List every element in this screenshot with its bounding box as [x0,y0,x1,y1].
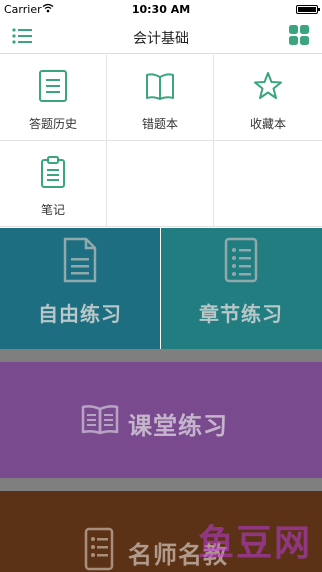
document-icon [63,237,97,283]
page-title: 会计基础 [133,31,189,47]
open-book-icon [146,73,174,100]
list-sheet-icon [84,527,114,571]
status-bar: Carrier 10:30 AM [0,0,322,18]
navigation-bar: 会计基础 [0,18,322,54]
favorites-button[interactable]: 收藏本 [214,55,322,141]
tile-divider [0,349,322,362]
chapter-practice-tile[interactable]: 章节练习 [161,228,322,349]
tile-label: 章节练习 [199,302,283,326]
answer-history-button[interactable]: 答题历史 [0,55,107,141]
tile-label: 自由练习 [38,302,122,326]
notes-button[interactable]: 笔记 [0,141,107,227]
empty-grid-cell [214,141,322,227]
book-icon [81,405,119,435]
star-icon [254,72,282,99]
tool-label: 笔记 [40,203,65,217]
tool-label: 答题历史 [28,117,77,131]
tile-divider [0,478,322,491]
free-practice-tile[interactable]: 自由练习 [0,228,160,349]
tool-grid: 答题历史 错题本 收藏本 笔记 [0,55,322,228]
grid-apps-icon[interactable] [288,24,310,46]
tile-label: 课堂练习 [128,412,228,440]
list-sheet-icon [224,237,258,283]
classroom-practice-tile[interactable]: 课堂练习 [0,362,322,478]
watermark-text: 鱼豆网 [197,523,312,564]
document-lines-icon [39,70,67,102]
empty-grid-cell [107,141,214,227]
tool-label: 错题本 [141,117,178,131]
clock-time: 10:30 AM [131,3,191,16]
wrong-questions-button[interactable]: 错题本 [107,55,214,141]
clipboard-icon [41,156,65,188]
tool-label: 收藏本 [249,117,286,131]
battery-icon [296,5,320,14]
